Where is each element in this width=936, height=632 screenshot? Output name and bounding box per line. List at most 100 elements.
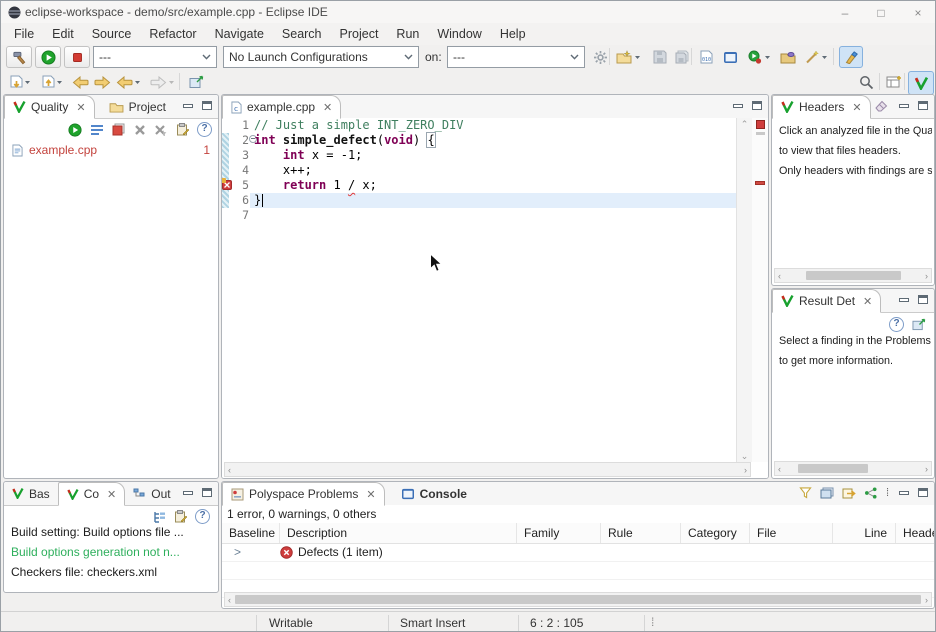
tab-project[interactable]: Project: [101, 95, 174, 118]
annotate-dropdown-icon[interactable]: [819, 47, 829, 67]
close-button[interactable]: ×: [904, 4, 932, 21]
col-category[interactable]: Category: [681, 523, 750, 543]
launch-settings-gear-icon[interactable]: [589, 47, 611, 67]
build-button[interactable]: [6, 46, 32, 68]
quality-file-row[interactable]: example.cpp 1: [4, 141, 218, 159]
search-icon[interactable]: [855, 72, 877, 92]
help-icon[interactable]: ?: [195, 509, 210, 524]
overview-ruler[interactable]: [752, 118, 768, 462]
minimize-view-icon[interactable]: [899, 491, 909, 495]
caret-position-status[interactable]: 6 : 2 : 105: [530, 616, 583, 630]
col-file[interactable]: File: [750, 523, 833, 543]
code-editor[interactable]: 1 2 3 4 5 6 7 // Just a simple INT_ZERO_…: [222, 118, 768, 478]
open-in-window-icon[interactable]: [912, 318, 926, 331]
back-annotation-icon[interactable]: [69, 72, 91, 92]
col-header[interactable]: Header: [896, 523, 934, 543]
tree-list-icon[interactable]: [153, 511, 166, 523]
editor-vscrollbar[interactable]: ⌃ ⌄: [736, 118, 752, 462]
run-analysis-icon[interactable]: [68, 123, 82, 137]
tab-out[interactable]: Out: [125, 482, 178, 505]
close-icon[interactable]: ✕: [366, 488, 375, 501]
maximize-view-icon[interactable]: [918, 488, 928, 497]
maximize-view-icon[interactable]: [918, 295, 928, 304]
tab-headers[interactable]: Headers ✕: [772, 95, 871, 119]
result-hscrollbar[interactable]: ‹›: [774, 461, 932, 476]
minimize-view-icon[interactable]: [183, 491, 193, 495]
minimize-view-icon[interactable]: [899, 298, 909, 302]
launch-target-combo[interactable]: ---: [447, 46, 585, 68]
close-icon[interactable]: ✕: [76, 101, 85, 114]
maximize-view-icon[interactable]: [752, 101, 762, 110]
tab-bas[interactable]: Bas: [4, 482, 58, 505]
col-rule[interactable]: Rule: [601, 523, 681, 543]
headers-hscrollbar[interactable]: ‹›: [774, 268, 932, 283]
table-row[interactable]: > Defects (1 item): [222, 543, 934, 562]
hierarchy-icon[interactable]: [864, 487, 878, 499]
close-icon[interactable]: ✕: [107, 488, 116, 501]
tab-example-cpp[interactable]: c example.cpp ✕: [222, 95, 341, 119]
back-history-dropdown-icon[interactable]: [132, 72, 142, 92]
toggle-highlight-icon[interactable]: [839, 46, 863, 68]
polyspace-perspective-icon[interactable]: [908, 71, 934, 95]
help-icon[interactable]: ?: [197, 122, 212, 137]
menu-navigate[interactable]: Navigate: [206, 25, 273, 43]
menu-refactor[interactable]: Refactor: [140, 25, 205, 43]
maximize-view-icon[interactable]: [202, 101, 212, 110]
console-icon[interactable]: [719, 47, 741, 67]
options-list-icon[interactable]: [90, 124, 104, 136]
help-icon[interactable]: ?: [889, 317, 904, 332]
pin-editor-icon[interactable]: [185, 72, 207, 92]
forward-history-dropdown-icon[interactable]: [166, 72, 176, 92]
save-all-icon[interactable]: [671, 47, 693, 67]
filter-icon[interactable]: [799, 487, 812, 499]
configure-checkers-icon[interactable]: [176, 123, 189, 136]
minimize-view-icon[interactable]: [183, 104, 193, 108]
close-icon[interactable]: ✕: [323, 101, 332, 114]
eraser-icon[interactable]: [874, 100, 888, 112]
maximize-view-icon[interactable]: [202, 488, 212, 497]
delete-all-icon[interactable]: [154, 124, 168, 136]
maximize-view-icon[interactable]: [918, 101, 928, 110]
build-binary-icon[interactable]: 010: [695, 47, 717, 67]
col-baseline[interactable]: Baseline: [222, 523, 280, 543]
editor-hscrollbar[interactable]: ‹›: [224, 462, 751, 477]
next-edit-dropdown-icon[interactable]: [54, 72, 64, 92]
forward-annotation-icon[interactable]: [91, 72, 113, 92]
open-perspective-icon[interactable]: [883, 72, 905, 92]
run-button[interactable]: [35, 46, 61, 68]
export-icon[interactable]: [842, 487, 856, 499]
overview-error-icon[interactable]: [756, 120, 765, 129]
menu-search[interactable]: Search: [273, 25, 331, 43]
col-description[interactable]: Description: [280, 523, 517, 543]
group-columns-icon[interactable]: [820, 487, 834, 499]
load-results-icon[interactable]: [112, 123, 126, 136]
col-family[interactable]: Family: [517, 523, 601, 543]
minimize-view-icon[interactable]: [733, 104, 743, 108]
defect-marker-icon[interactable]: [222, 180, 232, 190]
stop-button[interactable]: [64, 46, 90, 68]
tab-console[interactable]: Console: [393, 482, 475, 505]
run-last-dropdown-icon[interactable]: [762, 47, 772, 67]
problems-hscrollbar[interactable]: ‹›: [224, 592, 932, 607]
menu-run[interactable]: Run: [387, 25, 428, 43]
close-icon[interactable]: ✕: [852, 101, 861, 114]
overview-defect-marker[interactable]: [755, 181, 765, 185]
maximize-button[interactable]: □: [867, 4, 895, 21]
tab-result-details[interactable]: Result Det ✕: [772, 289, 881, 313]
menu-file[interactable]: File: [5, 25, 43, 43]
launch-configuration-combo[interactable]: No Launch Configurations: [223, 46, 419, 68]
minimize-button[interactable]: –: [831, 4, 859, 21]
status-menu-icon[interactable]: ⁞: [651, 615, 655, 629]
view-menu-icon[interactable]: ⁞: [886, 487, 890, 499]
menu-source[interactable]: Source: [83, 25, 141, 43]
row-expander-icon[interactable]: >: [222, 545, 280, 559]
menu-window[interactable]: Window: [428, 25, 490, 43]
table-row[interactable]: [222, 561, 934, 580]
tab-co[interactable]: Co ✕: [58, 482, 126, 506]
new-wizard-dropdown-icon[interactable]: [632, 47, 642, 67]
minimize-view-icon[interactable]: [899, 104, 909, 108]
launch-history-combo[interactable]: ---: [93, 46, 217, 68]
close-icon[interactable]: ✕: [863, 295, 872, 308]
last-edit-dropdown-icon[interactable]: [22, 72, 32, 92]
menu-project[interactable]: Project: [331, 25, 388, 43]
